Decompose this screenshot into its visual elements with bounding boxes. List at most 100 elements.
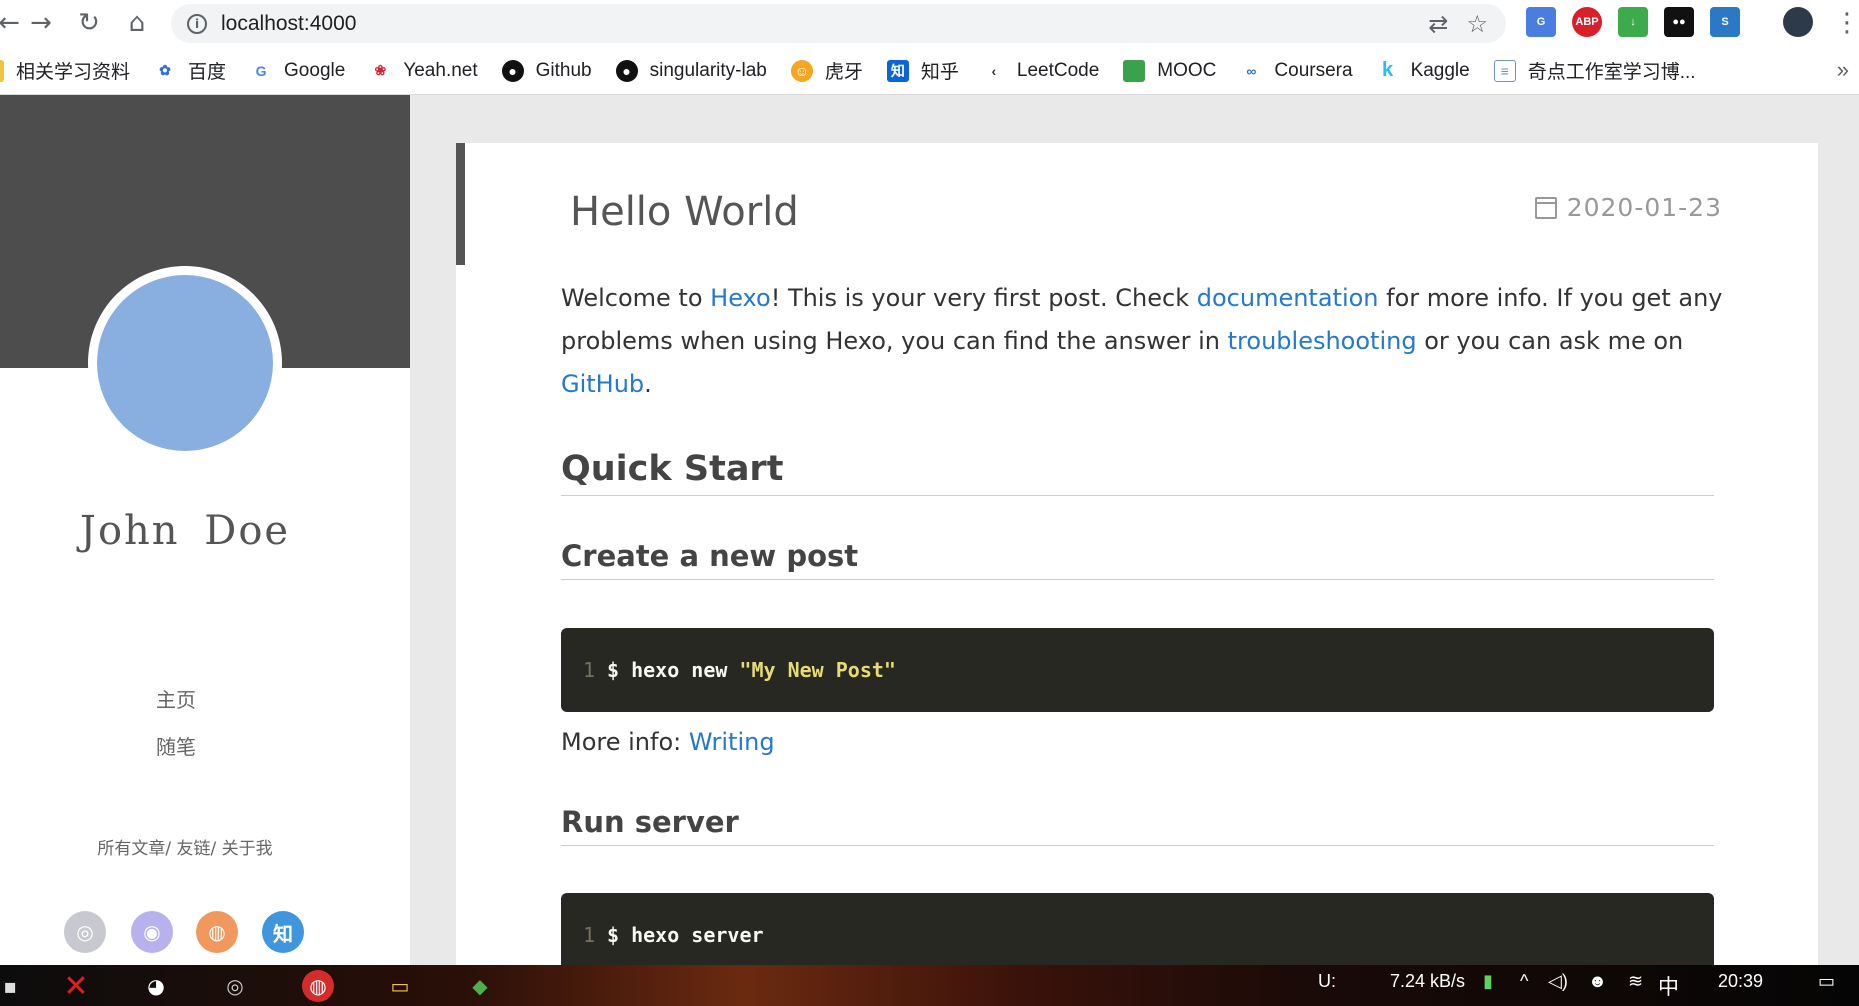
bookmark-item[interactable]: ∞ Coursera <box>1240 60 1352 82</box>
bookmark-label: MOOC <box>1157 59 1217 81</box>
wifi-icon[interactable]: ≋ <box>1628 971 1643 992</box>
qq-icon[interactable]: ☻ <box>1588 971 1607 992</box>
bookmark-label: Github <box>535 59 592 81</box>
intro-text: . <box>644 370 652 398</box>
rss-icon[interactable]: ◍ <box>196 911 238 953</box>
link-all-posts[interactable]: 所有文章 <box>97 839 165 859</box>
ime-indicator[interactable]: 中 <box>1658 971 1679 1001</box>
github-icon[interactable]: ◎ <box>64 911 106 953</box>
bookmark-item[interactable]: ‹ LeetCode <box>983 60 1100 82</box>
bookmark-label: Kaggle <box>1410 59 1470 81</box>
bookmark-label: Coursera <box>1274 59 1353 81</box>
close-app-icon[interactable]: ✕ <box>60 969 92 1004</box>
volume-icon[interactable]: ◁) <box>1548 971 1568 992</box>
intro-text: ! This is your very first post. Check <box>770 284 1197 312</box>
home-icon[interactable]: ⌂ <box>120 6 154 40</box>
network-speed: 7.24 kB/s <box>1390 971 1466 991</box>
start-icon[interactable]: ▪ <box>0 970 26 1002</box>
heading-create-post: Create a new post <box>561 539 1714 580</box>
profile-avatar[interactable] <box>1783 7 1813 37</box>
bookmark-label: Google <box>284 59 346 81</box>
separator: / <box>165 839 172 859</box>
reload-icon[interactable]: ↻ <box>72 6 106 40</box>
taskbar: ▪ ✕ ◕ ◎ ◍ ▭ ◆ U: 7.24 kB/s ▮ ^ ◁) ☻ ≋ 中 … <box>0 965 1859 1006</box>
bookmark-star-icon[interactable]: ☆ <box>1466 10 1488 38</box>
huya-icon: ☺ <box>790 59 813 82</box>
nav-essays[interactable]: 随笔 <box>0 731 352 760</box>
tampermonkey-extension-icon[interactable]: ●● <box>1664 7 1694 37</box>
file-explorer-icon[interactable]: ▭ <box>384 970 416 1002</box>
bookmark-item[interactable]: ● singularity-lab <box>615 59 767 82</box>
disc-icon[interactable]: ◎ <box>219 970 251 1002</box>
s-extension-icon[interactable]: S <box>1710 7 1740 37</box>
heading-run-server: Run server <box>561 805 1714 846</box>
google-icon: G <box>255 62 267 79</box>
bookmark-label: 虎牙 <box>824 62 863 83</box>
bookmark-item[interactable]: ✿ 百度 <box>154 57 226 84</box>
adblock-extension-icon[interactable]: ABP <box>1572 7 1602 37</box>
forward-icon[interactable]: → <box>24 6 58 40</box>
bookmark-item[interactable]: ● Github <box>501 59 592 82</box>
bookmark-item[interactable]: G Google <box>250 59 346 82</box>
git-icon[interactable]: ◆ <box>464 970 496 1002</box>
nav-home[interactable]: 主页 <box>0 684 352 713</box>
code-string: "My New Post" <box>739 658 896 682</box>
more-info: More info: Writing <box>561 728 775 756</box>
zhihu-icon: 知 <box>886 59 909 82</box>
more-bookmarks-icon[interactable]: » <box>1837 57 1849 83</box>
post-title[interactable]: Hello World <box>570 189 799 235</box>
mooc-icon <box>1123 59 1146 82</box>
leetcode-icon: ‹ <box>991 62 997 79</box>
link-friends[interactable]: 友链 <box>177 839 211 859</box>
zhihu-icon[interactable]: 知 <box>262 911 304 953</box>
notification-icon[interactable]: ▭ <box>1818 971 1835 992</box>
download-extension-icon[interactable]: ↓ <box>1618 7 1648 37</box>
bookmark-item[interactable]: MOOC <box>1123 59 1217 82</box>
address-bar[interactable]: i localhost:4000 ⇄ ☆ <box>171 4 1506 43</box>
link-troubleshooting[interactable]: troubleshooting <box>1228 327 1417 355</box>
bookmark-item[interactable]: ≡ 奇点工作室学习博... <box>1493 57 1696 84</box>
date-text: 2020-01-23 <box>1566 193 1722 222</box>
baidu-icon: ✿ <box>159 62 171 78</box>
intro-text: Welcome to <box>561 284 711 312</box>
calendar-icon <box>1534 196 1557 219</box>
netease-music-icon[interactable]: ◍ <box>302 970 334 1002</box>
google-translate-extension-icon[interactable]: G <box>1526 7 1556 37</box>
bookmark-item[interactable]: ❀ Yeah.net <box>369 60 477 82</box>
bookmark-label: 百度 <box>188 62 227 83</box>
separator: / <box>210 839 217 859</box>
site-info-icon[interactable]: i <box>187 13 207 34</box>
show-hidden-icon[interactable]: ^ <box>1520 971 1528 992</box>
github-icon: ● <box>615 59 638 82</box>
bookmark-item[interactable]: 知 知乎 <box>886 57 959 84</box>
weibo-icon[interactable]: ◉ <box>131 911 173 953</box>
bookmarks-bar: 相关学习资料 ✿ 百度 G Google ❀ Yeah.net ● Github… <box>0 47 1859 95</box>
avatar[interactable] <box>88 266 282 460</box>
chrome-icon[interactable]: ◕ <box>140 970 172 1002</box>
github-icon: ● <box>501 59 524 82</box>
translate-icon[interactable]: ⇄ <box>1428 10 1448 38</box>
bookmark-item[interactable]: ☺ 虎牙 <box>790 57 863 84</box>
post-accent-bar <box>456 143 465 265</box>
drive-label: U: <box>1318 971 1336 991</box>
bookmark-label: 相关学习资料 <box>16 62 131 83</box>
clock-time[interactable]: 20:39 <box>1718 971 1763 992</box>
author-name: John Doe <box>79 508 291 554</box>
post-intro: Welcome to Hexo! This is your very first… <box>561 277 1731 406</box>
url-text[interactable]: localhost:4000 <box>221 12 356 36</box>
bookmark-label: 奇点工作室学习博... <box>1527 62 1696 83</box>
intro-text: or you can ask me on <box>1416 327 1684 355</box>
bookmark-item[interactable]: k Kaggle <box>1377 59 1470 82</box>
link-documentation[interactable]: documentation <box>1197 284 1379 312</box>
link-github[interactable]: GitHub <box>561 370 644 398</box>
sidebar-links: 所有文章/ 友链/ 关于我 <box>0 834 370 859</box>
back-icon[interactable]: ← <box>0 6 26 40</box>
battery-icon: ▮ <box>1483 971 1493 991</box>
blog-sidebar: John Doe 主页 随笔 所有文章/ 友链/ 关于我 ◎ ◉ ◍ 知 <box>0 95 410 965</box>
bookmark-item[interactable]: 相关学习资料 <box>0 57 130 84</box>
link-about[interactable]: 关于我 <box>222 839 273 859</box>
link-hexo[interactable]: Hexo <box>710 284 771 312</box>
menu-dots-icon[interactable]: ⋮ <box>1830 6 1859 40</box>
yeahnet-icon: ❀ <box>374 62 387 78</box>
link-writing[interactable]: Writing <box>689 728 775 756</box>
